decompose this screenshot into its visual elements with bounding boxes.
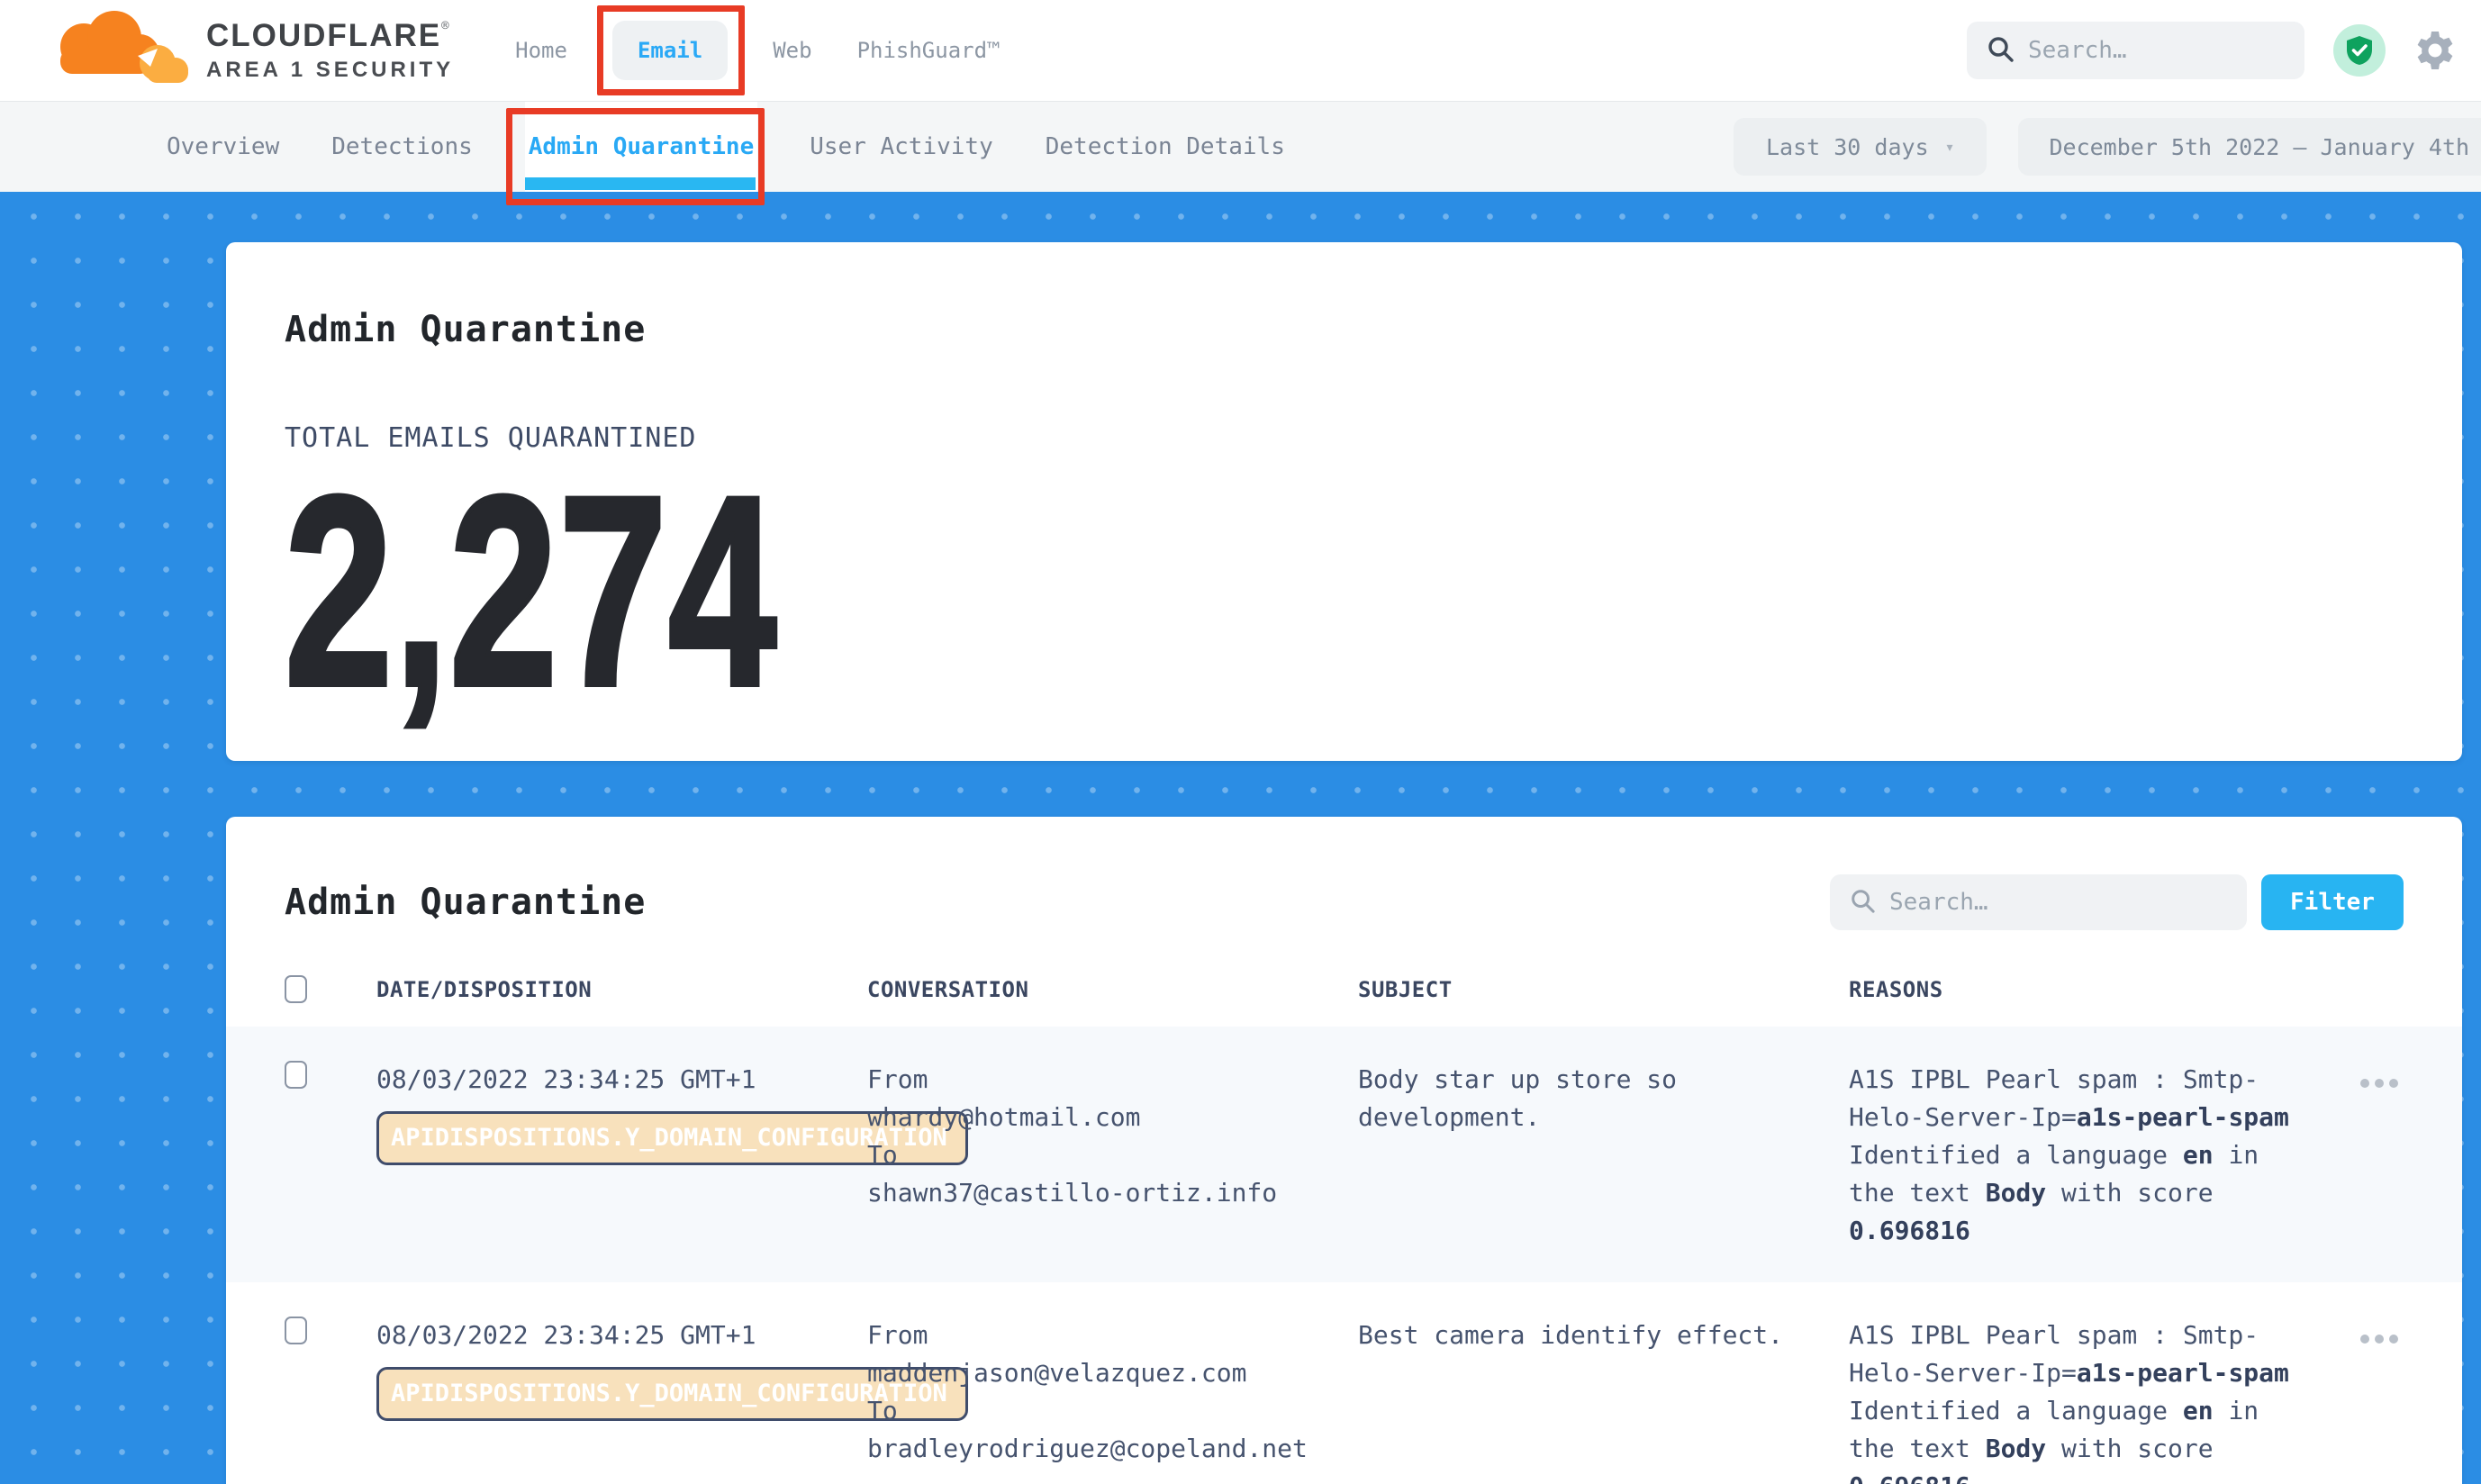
header-actions: [1967, 22, 2481, 79]
ellipsis-icon: [2360, 1079, 2369, 1088]
table-tools: Filter: [1830, 874, 2404, 930]
row-conversation: From whardy@hotmail.com To shawn37@casti…: [867, 1061, 1358, 1212]
tab-detection-details[interactable]: Detection Details: [1046, 102, 1285, 192]
to-address: bradleyrodriguez@copeland.net: [867, 1430, 1358, 1468]
row-subject: Body star up store so development.: [1358, 1061, 1849, 1136]
page-background: Admin Quarantine TOTAL EMAILS QUARANTINE…: [0, 192, 2481, 1484]
date-filters: Last 30 days ▾ December 5th 2022 — Janua…: [1734, 102, 2481, 192]
top-bar: CLOUDFLARE® AREA 1 SECURITY Home Email W…: [0, 0, 2481, 102]
brand-subtitle: AREA 1 SECURITY: [206, 59, 454, 81]
row-checkbox[interactable]: [285, 1061, 307, 1089]
filter-button[interactable]: Filter: [2261, 874, 2404, 930]
row-conversation: From maddenjason@velazquez.com To bradle…: [867, 1317, 1358, 1468]
brand-trademark: ®: [441, 19, 448, 33]
table-header-row: DATE/DISPOSITION CONVERSATION SUBJECT RE…: [285, 975, 2404, 1027]
global-search-input[interactable]: [2028, 37, 2285, 64]
search-icon: [1987, 35, 2014, 66]
table-search-input[interactable]: [1889, 889, 2227, 916]
summary-card: Admin Quarantine TOTAL EMAILS QUARANTINE…: [226, 242, 2462, 761]
table-search[interactable]: [1830, 874, 2247, 930]
email-sub-nav: Overview Detections Admin Quarantine Use…: [0, 102, 2481, 192]
row-checkbox[interactable]: [285, 1317, 307, 1344]
cloudflare-cloud-icon: [32, 11, 194, 90]
col-date-disposition: DATE/DISPOSITION: [376, 977, 867, 1002]
quarantine-table: DATE/DISPOSITION CONVERSATION SUBJECT RE…: [285, 975, 2404, 1484]
cloudflare-logo[interactable]: CLOUDFLARE® AREA 1 SECURITY: [32, 11, 454, 90]
nav-item-web[interactable]: Web: [773, 38, 811, 63]
nav-item-phishguard[interactable]: PhishGuard™: [857, 38, 1001, 63]
row-menu-button[interactable]: [2355, 1329, 2404, 1349]
primary-nav: Home Email Web PhishGuard™: [515, 0, 1000, 101]
date-range-value[interactable]: December 5th 2022 — January 4th 2023: [2018, 118, 2481, 176]
from-address: whardy@hotmail.com: [867, 1099, 1358, 1136]
table-row[interactable]: 08/03/2022 23:34:25 GMT+1 APIDISPOSITION…: [226, 1027, 2462, 1282]
nav-item-email-wrap: Email: [612, 0, 728, 101]
page: CLOUDFLARE® AREA 1 SECURITY Home Email W…: [0, 0, 2481, 1484]
quarantine-table-card: Admin Quarantine Filter: [226, 817, 2462, 1484]
shield-check-icon: [2345, 35, 2374, 66]
table-row[interactable]: 08/03/2022 23:34:25 GMT+1 APIDISPOSITION…: [226, 1282, 2462, 1484]
col-conversation: CONVERSATION: [867, 977, 1358, 1002]
ellipsis-icon: [2360, 1335, 2369, 1344]
search-icon: [1850, 888, 1875, 917]
date-range-dropdown[interactable]: Last 30 days ▾: [1734, 118, 1987, 176]
nav-item-email[interactable]: Email: [612, 21, 728, 80]
tab-detections[interactable]: Detections: [331, 102, 473, 192]
summary-card-title: Admin Quarantine: [285, 309, 2404, 350]
settings-gear-icon[interactable]: [2414, 30, 2456, 71]
row-reasons: A1S IPBL Pearl spam : Smtp-Helo-Server-I…: [1849, 1061, 2323, 1250]
global-search[interactable]: [1967, 22, 2304, 79]
metric-value: 2,274: [285, 457, 778, 699]
row-menu-button[interactable]: [2355, 1073, 2404, 1093]
row-date: 08/03/2022 23:34:25 GMT+1: [376, 1061, 867, 1099]
tab-user-activity[interactable]: User Activity: [810, 102, 993, 192]
brand-name: CLOUDFLARE: [206, 18, 441, 53]
active-tab-underline: [525, 177, 756, 190]
row-subject: Best camera identify effect.: [1358, 1317, 1849, 1354]
tab-admin-quarantine[interactable]: Admin Quarantine: [525, 102, 757, 192]
col-reasons: REASONS: [1849, 977, 2323, 1002]
table-card-header: Admin Quarantine Filter: [285, 874, 2404, 930]
security-status-badge[interactable]: [2333, 24, 2386, 77]
col-subject: SUBJECT: [1358, 977, 1849, 1002]
row-reasons: A1S IPBL Pearl spam : Smtp-Helo-Server-I…: [1849, 1317, 2323, 1484]
nav-item-home[interactable]: Home: [515, 38, 567, 63]
from-address: maddenjason@velazquez.com: [867, 1354, 1358, 1392]
select-all-checkbox[interactable]: [285, 975, 307, 1003]
to-address: shawn37@castillo-ortiz.info: [867, 1174, 1358, 1212]
chevron-down-icon: ▾: [1945, 138, 1955, 157]
tab-overview[interactable]: Overview: [167, 102, 279, 192]
table-card-title: Admin Quarantine: [285, 882, 646, 923]
row-date: 08/03/2022 23:34:25 GMT+1: [376, 1317, 867, 1354]
